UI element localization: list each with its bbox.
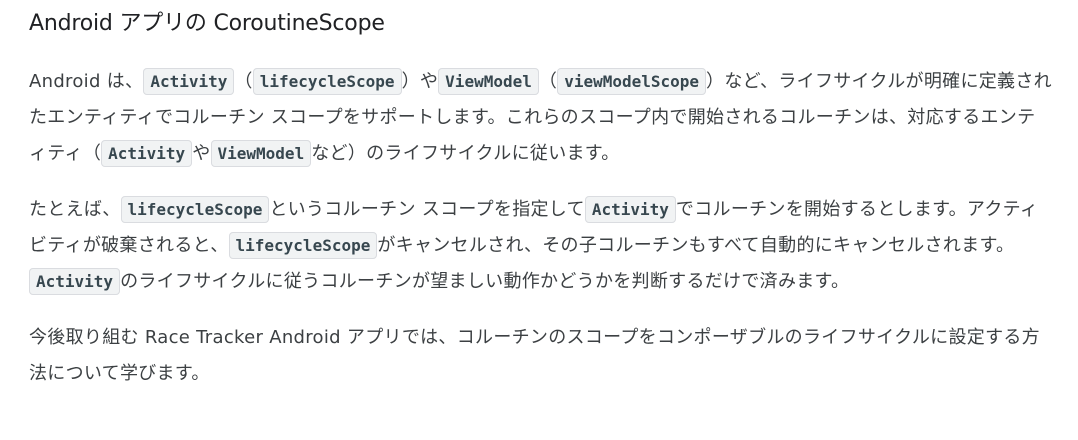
inline-code: viewModelScope — [557, 68, 707, 95]
article-content: Android アプリの CoroutineScope Android は、 Ac… — [0, 0, 1078, 392]
inline-code: Activity — [143, 68, 235, 95]
paragraph-race-tracker: 今後取り組む Race Tracker Android アプリでは、コルーチンの… — [29, 320, 1052, 392]
text: たとえば、 — [29, 199, 121, 220]
text: など）のライフサイクルに従います。 — [311, 143, 620, 164]
inline-code: lifecycleScope — [120, 196, 270, 223]
inline-code: lifecycleScope — [252, 68, 402, 95]
paragraph-scopes-intro: Android は、 Activity （lifecycleScope ）や ViewM… — [29, 64, 1052, 172]
text: 今後取り組む Race Tracker Android アプリでは、コルーチンの… — [29, 327, 1040, 384]
inline-code: ViewModel — [210, 140, 312, 167]
text: がキャンセルされ、その子コルーチンもすべて自動的にキャンセルされます。 — [377, 235, 1015, 256]
text: や — [192, 143, 211, 164]
inline-code: Activity — [584, 196, 676, 223]
text: （ — [234, 71, 253, 92]
text: というコルーチン スコープを指定して — [269, 199, 585, 220]
paragraph-lifecycle-example: たとえば、 lifecycleScope というコルーチン スコープを指定して Act… — [29, 192, 1052, 300]
section-heading: Android アプリの CoroutineScope — [29, 11, 385, 36]
text: （ — [538, 71, 558, 92]
inline-code: lifecycleScope — [228, 232, 378, 259]
text: ）や — [401, 71, 439, 92]
inline-code: Activity — [101, 140, 193, 167]
inline-code: Activity — [29, 268, 121, 295]
text: Android は、 — [29, 71, 144, 92]
text: のライフサイクルに従うコルーチンが望ましい動作かどうかを判断するだけで済みます。 — [120, 271, 850, 292]
inline-code: ViewModel — [438, 68, 539, 95]
